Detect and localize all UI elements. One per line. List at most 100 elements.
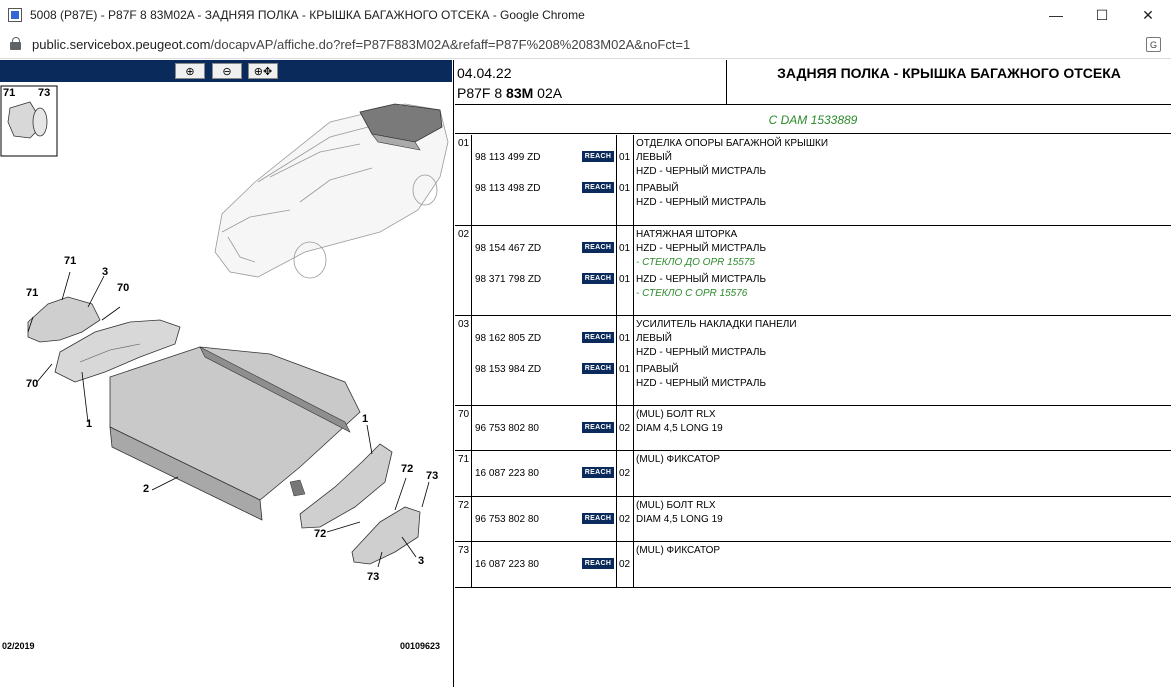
part-line[interactable]: 96 753 802 80 REACH 02 DIAM 4,5 LONG 19 [455, 422, 1171, 437]
callout-1: 1 [86, 418, 92, 430]
translate-icon[interactable]: G [1146, 37, 1161, 52]
diagram-code: 00109623 [400, 641, 441, 651]
part-description: DIAM 4,5 LONG 19 [636, 423, 723, 434]
part-group: 71 (MUL) ФИКСАТОР 16 087 223 80 REACH 02 [455, 451, 1171, 497]
reach-badge[interactable]: REACH [582, 363, 614, 374]
part-reference[interactable]: 98 371 798 ZD [475, 274, 541, 285]
part-variant: HZD - ЧЕРНЫЙ МИСТРАЛЬ [636, 347, 767, 358]
group-number: 70 [458, 409, 470, 420]
close-button[interactable]: ✕ [1125, 0, 1171, 30]
parts-diagram: 71 73 71 3 71 70 70 1 2 1 72 73 72 73 3 … [0, 82, 452, 687]
url-host: public.servicebox.peugeot.com [32, 36, 211, 52]
part-line[interactable]: 96 753 802 80 REACH 02 DIAM 4,5 LONG 19 [455, 513, 1171, 528]
reach-badge[interactable]: REACH [582, 151, 614, 162]
parts-table: 01 ОТДЕЛКА ОПОРЫ БАГАЖНОЙ КРЫШКИ 98 113 49… [455, 135, 1171, 588]
part-reference[interactable]: 96 753 802 80 [475, 514, 539, 525]
column-divider [471, 135, 472, 225]
diagram-date: 02/2019 [2, 641, 35, 651]
group-number: 71 [458, 454, 470, 465]
part-quantity: 02 [619, 423, 631, 434]
part-quantity: 02 [619, 468, 631, 479]
zoom-in-button[interactable]: ⊕ [175, 63, 205, 79]
callout-1: 1 [362, 413, 368, 425]
part-description: ПРАВЫЙ [636, 364, 679, 375]
column-divider [633, 135, 634, 225]
part-line[interactable]: 16 087 223 80 REACH 02 [455, 467, 1171, 482]
header-ref-bold: 83M [506, 85, 534, 101]
callout-2: 2 [143, 483, 149, 495]
part-group: 73 (MUL) ФИКСАТОР 16 087 223 80 REACH 02 [455, 542, 1171, 588]
part-quantity: 01 [619, 152, 631, 163]
url-text[interactable]: public.servicebox.peugeot.com/docapvAP/a… [32, 37, 690, 52]
minimize-button[interactable]: — [1033, 0, 1079, 30]
zoom-fit-button[interactable]: ⊕✥ [248, 63, 278, 79]
part-reference[interactable]: 96 753 802 80 [475, 423, 539, 434]
part-reference[interactable]: 98 162 805 ZD [475, 333, 541, 344]
column-divider [471, 226, 472, 315]
callout-71: 71 [64, 255, 76, 267]
part-description: HZD - ЧЕРНЫЙ МИСТРАЛЬ [636, 274, 767, 285]
part-group: 70 (MUL) БОЛТ RLX 96 753 802 80 REACH 02 DIAM… [455, 406, 1171, 451]
reach-badge[interactable]: REACH [582, 422, 614, 433]
callout-73-inset: 73 [38, 87, 50, 99]
part-group: 02 НАТЯЖНАЯ ШТОРКА 98 154 467 ZD REACH 01 HZD… [455, 226, 1171, 316]
group-title: (MUL) ФИКСАТОР [636, 545, 721, 556]
part-line[interactable]: 98 113 498 ZD REACH 01 ПРАВЫЙ HZD - ЧЕРНЫЙ М… [455, 182, 1171, 208]
reach-badge[interactable]: REACH [582, 242, 614, 253]
group-number: 03 [458, 319, 470, 330]
callout-70: 70 [117, 282, 129, 294]
part-line[interactable]: 16 087 223 80 REACH 02 [455, 558, 1171, 573]
part-variant: - СТЕКЛО ДО OPR 15575 [636, 257, 755, 268]
callout-3: 3 [418, 555, 424, 567]
diagram-pane: ⊕ ⊖ ⊕✥ 71 73 71 3 71 70 70 1 2 1 72 73 7… [0, 60, 454, 687]
part-reference[interactable]: 98 153 984 ZD [475, 364, 541, 375]
header-date: 04.04.22 [457, 65, 512, 81]
part-quantity: 02 [619, 514, 631, 525]
part-reference[interactable]: 98 113 499 ZD [475, 152, 540, 163]
group-number: 01 [458, 138, 470, 149]
app-icon [8, 8, 22, 22]
part-reference[interactable]: 98 113 498 ZD [475, 183, 540, 194]
part-reference[interactable]: 98 154 467 ZD [475, 243, 541, 254]
part-variant: - СТЕКЛО С OPR 15576 [636, 288, 748, 299]
part-reference[interactable]: 16 087 223 80 [475, 468, 539, 479]
callout-3: 3 [102, 266, 108, 278]
column-divider [616, 226, 617, 315]
group-title: НАТЯЖНАЯ ШТОРКА [636, 229, 738, 240]
callout-73: 73 [367, 571, 379, 583]
reach-badge[interactable]: REACH [582, 182, 614, 193]
lock-icon[interactable] [10, 37, 22, 51]
part-description: ПРАВЫЙ [636, 183, 679, 194]
group-title: ОТДЕЛКА ОПОРЫ БАГАЖНОЙ КРЫШКИ [636, 138, 829, 149]
header-ref-suffix: 02A [533, 85, 563, 101]
address-bar[interactable]: public.servicebox.peugeot.com/docapvAP/a… [0, 30, 1171, 59]
part-reference[interactable]: 16 087 223 80 [475, 559, 539, 570]
zoom-out-button[interactable]: ⊖ [212, 63, 242, 79]
reach-badge[interactable]: REACH [582, 273, 614, 284]
part-variant: HZD - ЧЕРНЫЙ МИСТРАЛЬ [636, 197, 767, 208]
part-quantity: 01 [619, 274, 631, 285]
part-description: ЛЕВЫЙ [636, 333, 672, 344]
part-line[interactable]: 98 371 798 ZD REACH 01 HZD - ЧЕРНЫЙ МИСТРАЛ… [455, 273, 1171, 299]
callout-71-inset: 71 [3, 87, 15, 99]
part-variant: HZD - ЧЕРНЫЙ МИСТРАЛЬ [636, 378, 767, 389]
window-title: 5008 (P87E) - P87F 8 83M02A - ЗАДНЯЯ ПОЛ… [30, 8, 585, 22]
reach-badge[interactable]: REACH [582, 467, 614, 478]
parts-list-pane: 04.04.22 P87F 8 83M 02A ЗАДНЯЯ ПОЛКА - К… [455, 60, 1171, 687]
reach-badge[interactable]: REACH [582, 558, 614, 569]
group-title: (MUL) ФИКСАТОР [636, 454, 721, 465]
part-line[interactable]: 98 153 984 ZD REACH 01 ПРАВЫЙ HZD - ЧЕРНЫЙ М… [455, 363, 1171, 389]
part-line[interactable]: 98 113 499 ZD REACH 01 ЛЕВЫЙ HZD - ЧЕРНЫЙ МИ… [455, 151, 1171, 177]
maximize-button[interactable]: ☐ [1079, 0, 1125, 30]
column-divider [616, 316, 617, 405]
column-divider [633, 226, 634, 315]
part-line[interactable]: 98 162 805 ZD REACH 01 ЛЕВЫЙ HZD - ЧЕРНЫЙ МИ… [455, 332, 1171, 358]
reach-badge[interactable]: REACH [582, 332, 614, 343]
callout-70: 70 [26, 378, 38, 390]
reach-badge[interactable]: REACH [582, 513, 614, 524]
part-quantity: 01 [619, 364, 631, 375]
part-line[interactable]: 98 154 467 ZD REACH 01 HZD - ЧЕРНЫЙ МИСТРАЛ… [455, 242, 1171, 268]
part-quantity: 01 [619, 243, 631, 254]
group-number: 72 [458, 500, 470, 511]
parts-header: 04.04.22 P87F 8 83M 02A ЗАДНЯЯ ПОЛКА - К… [455, 60, 1171, 105]
